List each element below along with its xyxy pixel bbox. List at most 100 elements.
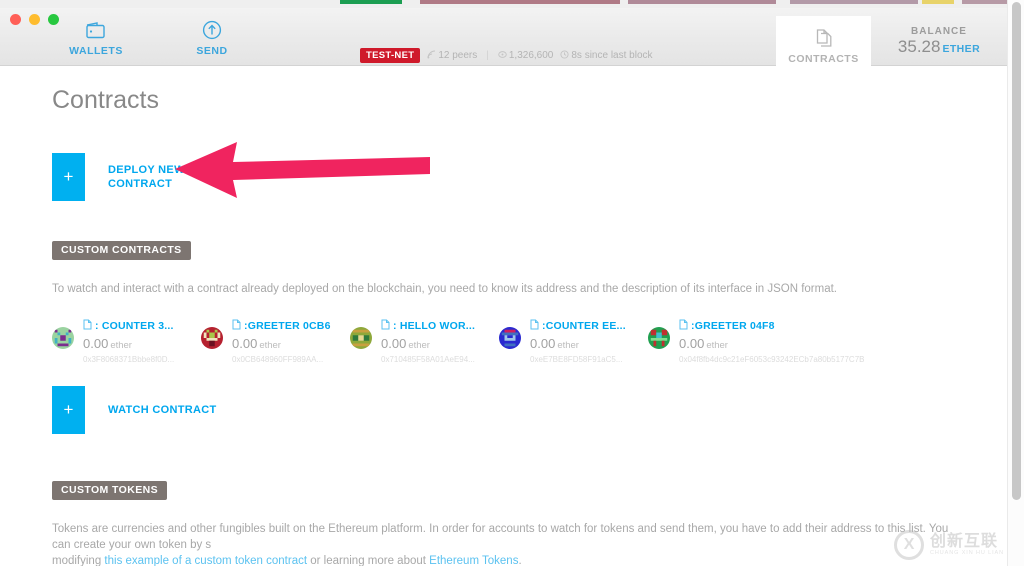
identicon	[201, 327, 223, 349]
balance-value: 35.28	[897, 37, 941, 56]
watch-contract-label[interactable]: WATCH CONTRACT	[108, 403, 216, 417]
tokens-desc-part3: or learning more about	[307, 555, 430, 566]
scrollbar-thumb[interactable]	[1012, 2, 1021, 500]
watermark-en: CHUANG XIN HU LIAN	[930, 549, 1004, 556]
peers-status: 12 peers	[427, 50, 477, 62]
tab-label-contracts: CONTRACTS	[788, 52, 859, 65]
balance-unit: ETHER	[942, 43, 981, 55]
close-button[interactable]	[10, 14, 21, 25]
status-separator: |	[486, 50, 489, 61]
contract-amount-unit: ether	[557, 340, 579, 351]
contract-amount-row: 0.00 ether	[679, 336, 898, 351]
vertical-scrollbar[interactable]	[1007, 0, 1024, 566]
contract-name: :GREETER 04F8	[691, 320, 775, 332]
nav-item-send[interactable]: SEND	[176, 18, 248, 57]
contract-card[interactable]: :GREETER 04F8 0.00 ether 0x04f8fb4dc9c21e…	[648, 319, 898, 364]
contract-address: 0x3F8068371Bbbe8f0D...	[83, 355, 175, 364]
balance-title: BALANCE	[911, 26, 967, 37]
identicon	[350, 327, 372, 349]
bg-tab	[420, 0, 620, 4]
deploy-new-contract-row[interactable]: + DEPLOY NEW CONTRACT	[52, 153, 955, 201]
contract-name: :GREETER 0CB6	[244, 320, 331, 332]
deploy-new-contract-label[interactable]: DEPLOY NEW CONTRACT	[108, 163, 198, 191]
contract-address: 0x0CB648960FF989AA...	[232, 355, 324, 364]
bg-tab	[790, 0, 918, 4]
bg-tab	[628, 0, 776, 4]
contract-amount-row: 0.00 ether	[232, 336, 350, 351]
contract-info: : COUNTER 3... 0.00 ether 0x3F8068371Bbbe…	[83, 319, 201, 364]
main-content: Contracts + DEPLOY NEW CONTRACT CUSTOM C…	[0, 66, 1007, 566]
document-icon	[381, 319, 390, 333]
identicon	[52, 327, 74, 349]
nav-label-wallets: WALLETS	[69, 45, 123, 57]
bg-tab	[922, 0, 954, 4]
bg-tab	[340, 0, 402, 4]
section-heading-custom-tokens: CUSTOM TOKENS	[52, 481, 167, 500]
wallet-icon	[85, 18, 107, 42]
custom-tokens-description: Tokens are currencies and other fungible…	[52, 521, 955, 566]
contract-amount: 0.00	[679, 336, 705, 351]
watch-contract-row[interactable]: + WATCH CONTRACT	[52, 386, 955, 434]
document-icon	[679, 319, 688, 333]
contracts-grid: : COUNTER 3... 0.00 ether 0x3F8068371Bbbe…	[52, 319, 955, 364]
contract-card[interactable]: :COUNTER EE... 0.00 ether 0xeE7BE8FD58F91…	[499, 319, 648, 364]
document-icon	[232, 319, 241, 333]
link-ethereum-tokens[interactable]: Ethereum Tokens	[429, 555, 518, 566]
contract-card[interactable]: : COUNTER 3... 0.00 ether 0x3F8068371Bbbe…	[52, 319, 201, 364]
contract-card[interactable]: :GREETER 0CB6 0.00 ether 0x0CB648960FF989…	[201, 319, 350, 364]
network-status-bar: TEST-NET 12 peers | 1,326,600 8s since l…	[360, 48, 653, 63]
contract-name: : COUNTER 3...	[95, 320, 174, 332]
contract-address: 0x04f8fb4dc9c21eF6053c93242ECb7a80b5177C…	[679, 355, 865, 364]
watermark-text: 创新互联 CHUANG XIN HU LIAN	[930, 532, 1004, 557]
contract-name-row: :COUNTER EE...	[530, 319, 648, 333]
deploy-plus-button[interactable]: +	[52, 153, 85, 201]
contract-info: : HELLO WOR... 0.00 ether 0x710485F58A01A…	[381, 319, 499, 364]
tokens-desc-part1: Tokens are currencies and other fungible…	[52, 523, 949, 551]
balance-display: BALANCE 35.28 ETHER	[880, 26, 998, 57]
custom-tokens-section: CUSTOM TOKENS Tokens are currencies and …	[52, 480, 955, 566]
watermark-logo-icon: X	[894, 530, 925, 560]
nav-label-send: SEND	[196, 45, 228, 57]
identicon	[648, 327, 670, 349]
contract-amount-row: 0.00 ether	[83, 336, 201, 351]
block-icon	[498, 50, 507, 62]
minimize-button[interactable]	[29, 14, 40, 25]
watermark: X 创新互联 CHUANG XIN HU LIAN	[894, 530, 1004, 560]
contract-name: :COUNTER EE...	[542, 320, 626, 332]
documents-icon	[813, 26, 835, 50]
document-icon	[83, 319, 92, 333]
watermark-cn: 创新互联	[930, 532, 999, 550]
contract-info: :GREETER 04F8 0.00 ether 0x04f8fb4dc9c21e…	[679, 319, 898, 364]
contract-name-row: :GREETER 04F8	[679, 319, 898, 333]
contract-amount-unit: ether	[110, 340, 132, 351]
link-token-contract-example[interactable]: this example of a custom token contract	[104, 555, 307, 566]
clock-icon	[560, 49, 569, 62]
main-nav: WALLETS SEND	[60, 18, 248, 57]
tokens-desc-part4: .	[518, 555, 522, 566]
contract-amount-unit: ether	[706, 340, 728, 351]
custom-contracts-section: CUSTOM CONTRACTS To watch and interact w…	[52, 201, 955, 434]
contract-card[interactable]: : HELLO WOR... 0.00 ether 0x710485F58A01A…	[350, 319, 499, 364]
contract-name-row: : HELLO WOR...	[381, 319, 499, 333]
block-number-status: 1,326,600	[498, 50, 553, 62]
nav-item-wallets[interactable]: WALLETS	[60, 18, 132, 57]
maximize-button[interactable]	[48, 14, 59, 25]
contract-info: :GREETER 0CB6 0.00 ether 0x0CB648960FF989…	[232, 319, 350, 364]
window-controls[interactable]	[10, 14, 59, 25]
contract-amount: 0.00	[83, 336, 109, 351]
page-title: Contracts	[52, 86, 159, 114]
send-arrow-up-icon	[201, 18, 223, 42]
background-window-strip	[0, 0, 1024, 8]
ethereum-wallet-window: WALLETS SEND TEST-NET 12 peers | 1,326,6…	[0, 0, 1024, 566]
contract-amount-row: 0.00 ether	[530, 336, 648, 351]
contract-name: : HELLO WOR...	[393, 320, 476, 332]
contract-amount-row: 0.00 ether	[381, 336, 499, 351]
watch-plus-button[interactable]: +	[52, 386, 85, 434]
contract-address: 0xeE7BE8FD58F91aC5...	[530, 355, 623, 364]
contract-amount: 0.00	[232, 336, 258, 351]
contract-amount-unit: ether	[259, 340, 281, 351]
balance-row: 35.28 ETHER	[880, 37, 998, 57]
contract-name-row: : COUNTER 3...	[83, 319, 201, 333]
last-block-status: 8s since last block	[560, 49, 653, 62]
document-icon	[530, 319, 539, 333]
